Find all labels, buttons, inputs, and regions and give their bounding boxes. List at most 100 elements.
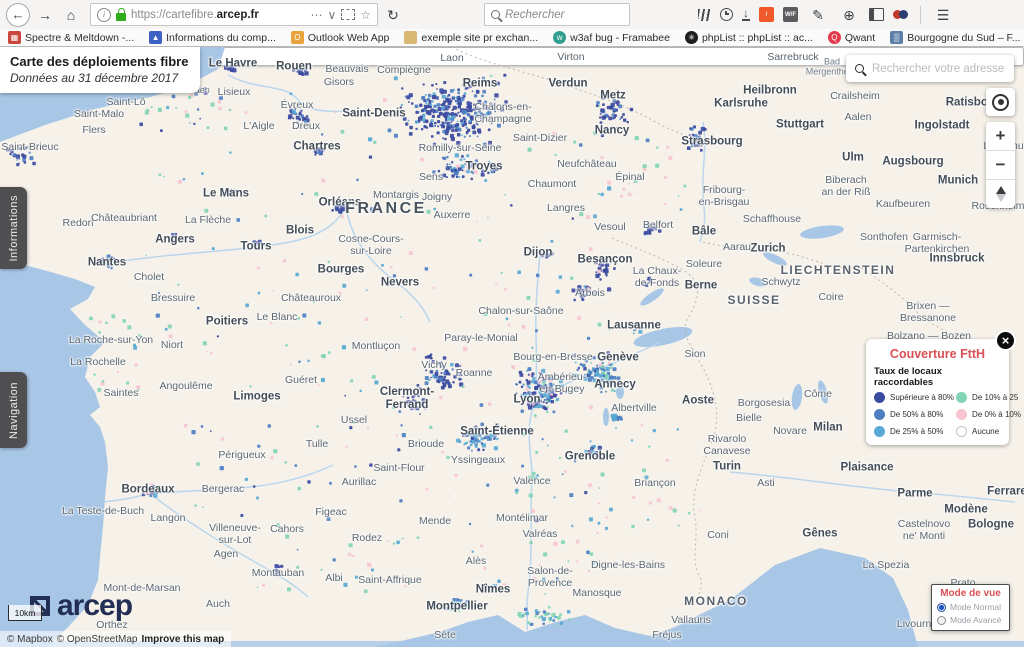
bookmark-label: Qwant: [845, 32, 875, 44]
map-label: Aalen: [845, 111, 872, 123]
bookmark-item[interactable]: ✳phpList :: phpList :: ac...: [685, 31, 813, 44]
bookmark-item[interactable]: Q Qwant: [828, 31, 875, 44]
map-label: Vichy: [421, 359, 447, 371]
extension-globe-icon[interactable]: ⊕: [838, 4, 860, 26]
bookmark-star-icon[interactable]: ☆: [360, 8, 371, 22]
map-label: Montélimar: [496, 512, 548, 524]
reload-button[interactable]: ↻: [382, 4, 404, 26]
browser-search-bar[interactable]: Rechercher: [484, 3, 630, 26]
extension-wf-icon[interactable]: W/F: [783, 7, 798, 22]
map-label: Coire: [818, 291, 843, 303]
bookmark-label: Informations du comp...: [166, 32, 276, 44]
sidebar-icon[interactable]: [869, 8, 884, 21]
legend-color-dot: [956, 392, 967, 403]
map-label: Saint-Flour: [373, 462, 424, 474]
extension-orange-icon[interactable]: /: [759, 7, 774, 22]
pocket-icon[interactable]: ∨: [327, 8, 336, 22]
map-label: Auxerre: [434, 209, 471, 221]
map-label: Saint-Dizier: [513, 132, 567, 144]
menu-icon[interactable]: ☰: [932, 4, 954, 26]
map-label: Sète: [434, 629, 456, 641]
map-label: Vallauris: [671, 614, 711, 626]
map-label: Stuttgart: [776, 118, 824, 131]
map-label: Saint-Brieuc: [1, 141, 58, 153]
legend-close-button[interactable]: ×: [995, 330, 1016, 351]
map-label: Chalon-sur-Saône: [478, 305, 563, 317]
map-label: Saint-Étienne: [460, 425, 533, 438]
map-label: Villeneuve- sur-Lot: [209, 522, 261, 546]
site-info-icon[interactable]: i: [97, 8, 111, 22]
map-label: Valence: [513, 475, 550, 487]
map-label: Redon: [63, 217, 94, 229]
bookmark-item[interactable]: ww3af bug - Framabee: [553, 31, 670, 44]
bookmark-item[interactable]: ▦Spectre & Meltdown -...: [8, 31, 134, 44]
improve-map-link[interactable]: Improve this map: [141, 634, 224, 645]
legend-color-dot: [874, 409, 885, 420]
page-actions-icon[interactable]: ⋯: [310, 8, 322, 22]
map-label: La Roche-sur-Yon: [69, 334, 153, 346]
url-bar[interactable]: i https://cartefibre.arcep.fr ⋯ ∨ ☆: [90, 3, 378, 26]
legend-item-label: De 10% à 25: [972, 393, 1018, 402]
map-label: Aurillac: [342, 476, 376, 488]
map-label: Modène: [944, 503, 987, 516]
zoom-in-button[interactable]: +: [986, 122, 1015, 151]
sidebar-tab-informations[interactable]: Informations: [0, 187, 27, 269]
map-label: Bourg-en-Bresse: [513, 351, 592, 363]
back-button[interactable]: ←: [6, 3, 30, 27]
sidebar-tab-navigation[interactable]: Navigation: [0, 372, 27, 448]
map-label: Bressuire: [151, 292, 195, 304]
containers-icon[interactable]: [893, 9, 909, 21]
mapbox-link[interactable]: © Mapbox: [7, 634, 53, 645]
bookmark-item[interactable]: ▲Informations du comp...: [149, 31, 276, 44]
map-scale: 10km: [8, 605, 42, 621]
extension-pen-icon[interactable]: ✎: [807, 4, 829, 26]
map-label: La Teste-de-Buch: [62, 505, 144, 517]
map-label: Sonthofen: [860, 231, 908, 243]
map-title-card: Carte des déploiements fibre Données au …: [0, 47, 200, 93]
history-icon[interactable]: [720, 8, 733, 21]
legend-items: Supérieure à 80%De 50% à 80%De 25% à 50%…: [874, 392, 1001, 437]
legend-item: Supérieure à 80%: [874, 392, 954, 403]
address-search-box[interactable]: Rechercher votre adresse: [846, 55, 1014, 82]
radio-button[interactable]: [937, 603, 946, 612]
map-label: Heilbronn: [743, 84, 797, 97]
map-label: Fribourg- en-Brisgau: [699, 184, 750, 208]
bookmark-favicon: Q: [828, 31, 841, 44]
map-label: Kaufbeuren: [876, 198, 930, 210]
browser-search-placeholder: Rechercher: [505, 9, 564, 21]
compass-button[interactable]: [986, 180, 1015, 208]
map-label: Munich: [938, 174, 978, 187]
url-text[interactable]: https://cartefibre.arcep.fr: [131, 9, 305, 21]
bookmark-item[interactable]: ▒Bourgogne du Sud – F...: [890, 31, 1020, 44]
map-label: Schwytz: [761, 276, 800, 288]
map-label: Salon-de- Provence: [527, 565, 573, 589]
arcep-logo-text: arcep: [57, 591, 132, 621]
bookmark-label: phpList :: phpList :: ac...: [702, 32, 813, 44]
map-label: Tours: [240, 240, 271, 253]
zoom-out-button[interactable]: −: [986, 151, 1015, 180]
home-button[interactable]: ⌂: [60, 4, 82, 26]
map-label: Évreux: [281, 99, 314, 111]
radio-button[interactable]: [937, 616, 946, 625]
map-label: Sion: [684, 348, 705, 360]
map-label: Langres: [547, 202, 585, 214]
map-label: Aarau: [723, 241, 751, 253]
library-icon[interactable]: [698, 9, 711, 21]
view-mode-option[interactable]: Mode Avancé: [937, 615, 1004, 625]
forward-button[interactable]: →: [34, 4, 56, 26]
bookmarks-toolbar: ▦Spectre & Meltdown -... ▲Informations du…: [0, 29, 1024, 46]
legend-item-label: De 0% à 10%: [972, 410, 1021, 419]
screenshot-icon[interactable]: [341, 9, 355, 20]
map-label: Plaisance: [840, 461, 893, 474]
map-label: MONACO: [684, 595, 748, 609]
map-canvas[interactable]: JERSEYLe HavreRouenBeauvaisCompiègneLaon…: [0, 47, 1024, 647]
view-mode-options: Mode Normal Mode Avancé: [937, 602, 1004, 625]
map-label: Châteauroux: [281, 292, 341, 304]
bookmark-item[interactable]: OOutlook Web App: [291, 31, 390, 44]
download-icon[interactable]: ↓: [742, 8, 750, 21]
bookmark-item[interactable]: exemple site pr exchan...: [404, 31, 538, 44]
view-mode-option[interactable]: Mode Normal: [937, 602, 1004, 612]
geolocate-button[interactable]: [986, 88, 1015, 116]
bookmark-favicon: [404, 31, 417, 44]
osm-link[interactable]: © OpenStreetMap: [57, 634, 138, 645]
